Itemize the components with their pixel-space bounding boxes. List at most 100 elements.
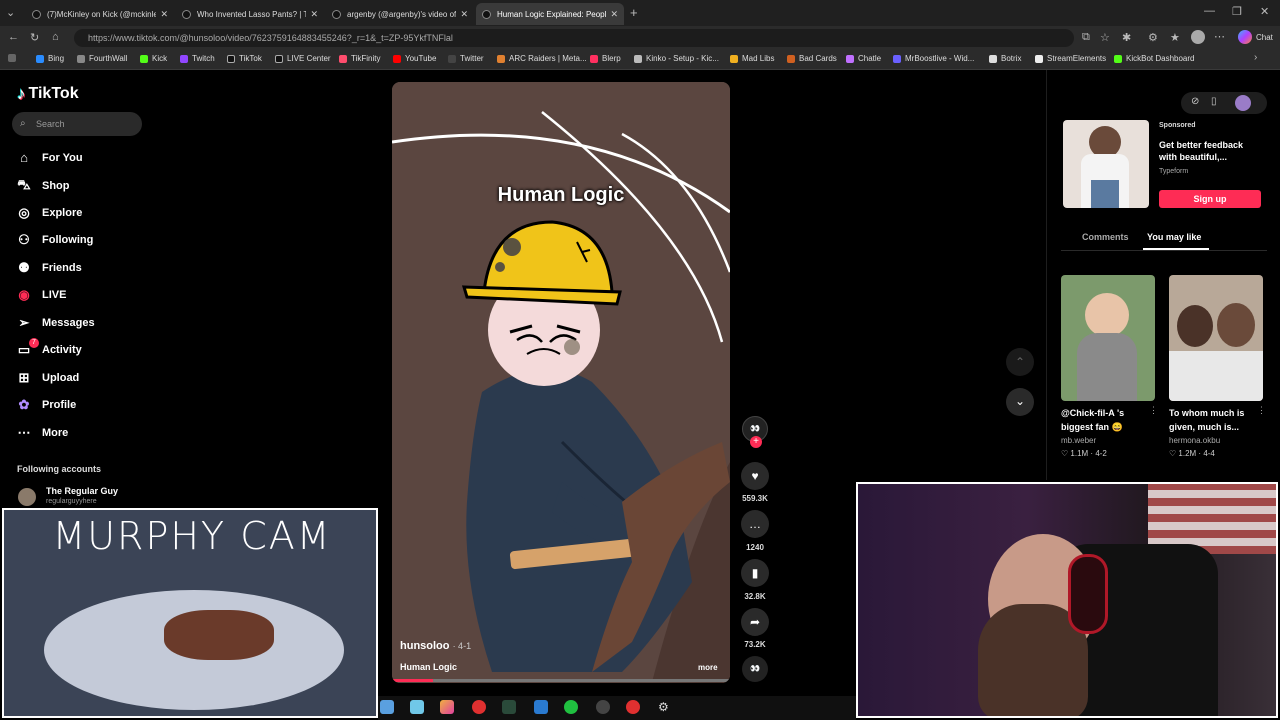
more-options-icon[interactable]: ⋮ [1257,405,1266,416]
chevron-right-icon[interactable]: › [1254,52,1257,63]
close-icon[interactable]: ✕ [610,9,618,20]
new-tab-icon[interactable]: + [630,5,638,20]
extensions-icon[interactable]: ⧉ [1082,31,1090,44]
browser-tab[interactable]: (7)McKinley on Kick (@mckinley.tv ✕ [26,3,174,25]
x-icon [448,54,456,63]
close-icon[interactable]: ✕ [310,9,318,20]
bookmark-item[interactable]: MrBoostlive - Wid... [893,54,974,63]
favorites-icon[interactable]: ★ [1170,31,1180,44]
app-icon[interactable] [596,700,610,714]
copilot-icon[interactable] [1238,30,1252,44]
back-icon[interactable]: ← [8,31,19,43]
app-icon[interactable] [534,700,548,714]
avatar[interactable] [1191,30,1205,44]
bookmark-item[interactable]: Bing [36,54,64,63]
nav-live[interactable]: ◉ LIVE [16,287,66,303]
bookmark-item[interactable]: Botrix [989,54,1021,63]
bookmark-item[interactable]: LIVE Center [275,54,331,63]
bookmark-item[interactable] [8,54,20,62]
bookmark-item[interactable]: YouTube [393,54,436,63]
bookmark-item[interactable]: StreamElements [1035,54,1106,63]
bookmark-item[interactable]: Bad Cards [787,54,837,63]
bookmark-item[interactable]: Kinko - Setup - Kic... [634,54,719,63]
avatar[interactable] [1235,95,1251,111]
nav-for-you[interactable]: ⌂ For You [16,150,82,165]
app-icon[interactable] [502,700,516,714]
sign-up-button[interactable]: Sign up [1159,190,1261,208]
nav-friends[interactable]: ⚉ Friends [16,260,82,276]
nav-more[interactable]: ⋯ More [16,425,69,441]
search-input[interactable]: Search [12,112,142,136]
save-button[interactable]: ▮ [741,559,769,587]
tab-you-may-like[interactable]: You may like [1147,232,1201,242]
nav-following[interactable]: ⚇ Following [16,232,93,248]
scroll-down-button[interactable]: ⌄ [1006,388,1034,416]
app-icon[interactable] [626,700,640,714]
sponsored-title[interactable]: Get better feedback with beautiful,... [1159,139,1259,163]
nav-shop[interactable]: ⛍ Shop [16,177,69,195]
minimize-icon[interactable]: — [1204,5,1215,17]
maximize-icon[interactable]: ❐ [1232,5,1242,18]
sponsored-thumbnail[interactable] [1063,120,1149,208]
chat-button[interactable]: Chat [1256,33,1273,42]
home-icon[interactable]: ⌂ [52,31,59,43]
author-name[interactable]: hunsoloo [400,640,450,652]
nav-activity[interactable]: ▭ Activity [16,342,82,358]
sound-disc-icon[interactable]: 👀 [742,656,768,682]
bookmark-item[interactable]: TikTok [227,54,262,63]
video-player[interactable]: Human Logic hunsoloo · 4-1 Human Logic m… [392,82,730,683]
bookmark-item[interactable]: KickBot Dashboard [1114,54,1194,63]
app-icon[interactable] [564,700,578,714]
share-button[interactable]: ➦ [741,608,769,636]
bookmark-item[interactable]: Mad Libs [730,54,774,63]
bookmark-item[interactable]: Blerp [590,54,621,63]
bookmark-item[interactable]: TikFinity [339,54,380,63]
settings-icon[interactable]: ⚙ [1148,31,1158,44]
more-options-icon[interactable]: ⋮ [1149,405,1158,416]
url-field[interactable]: https://www.tiktok.com/@hunsoloo/video/7… [74,29,1074,47]
menu-icon[interactable]: ⋯ [1214,30,1225,43]
tiktok-logo[interactable]: ♪ TikTok [17,84,79,104]
bookmark-item[interactable]: Chatle [846,54,881,63]
favorite-icon[interactable]: ☆ [1100,31,1110,44]
tab-list-icon[interactable]: ⌄ [6,6,15,19]
bookmark-label: TikTok [239,54,262,63]
browser-tab-active[interactable]: Human Logic Explained: People's B ✕ [476,3,624,25]
nav-explore[interactable]: ◎ Explore [16,205,82,221]
window-close-icon[interactable]: ✕ [1260,5,1269,18]
bookmark-item[interactable]: ARC Raiders | Meta... [497,54,587,63]
close-icon[interactable]: ✕ [460,9,468,20]
bookmark-item[interactable]: Twitter [448,54,484,63]
recommendation-card[interactable]: To whom much is given, much is... hermon… [1169,275,1266,475]
browser-tab[interactable]: Who Invented Lasso Pants? | TikTo ✕ [176,3,324,25]
scroll-up-button[interactable]: ⌃ [1006,348,1034,376]
chatle-icon [846,54,854,63]
app-icon[interactable] [440,700,454,714]
bookmark-item[interactable]: Kick [140,54,167,63]
comment-button[interactable]: … [741,510,769,538]
recommendation-card[interactable]: @Chick-fil-A 's biggest fan 😄 mb.weber ♡… [1061,275,1158,475]
video-progress-track[interactable] [392,679,730,682]
more-button[interactable]: more [698,663,718,672]
nav-profile[interactable]: ✿ Profile [16,397,77,413]
following-account[interactable]: The Regular Guy regularguyyhere [18,486,158,508]
like-button[interactable]: ♥ [741,462,769,490]
close-icon[interactable]: ✕ [160,9,168,20]
nav-messages[interactable]: ➢ Messages [16,315,95,331]
bookmark-item[interactable]: Twitch [180,54,215,63]
phone-icon[interactable]: ▯ [1211,96,1217,107]
tab-comments[interactable]: Comments [1082,232,1129,242]
compass-icon[interactable]: ⊘ [1191,96,1199,107]
browser-tab[interactable]: argenby (@argenby)'s video of arg ✕ [326,3,474,25]
nav-upload[interactable]: ⊞ Upload [16,370,80,386]
follow-plus-icon[interactable]: + [750,436,762,448]
bookmark-item[interactable]: FourthWall [77,54,127,63]
video-author[interactable]: hunsoloo · 4-1 [400,640,471,652]
settings-icon[interactable]: ⚙ [658,700,672,714]
app-icon[interactable] [410,700,424,714]
app-icon[interactable] [380,700,394,714]
puzzle-icon[interactable]: ✱ [1122,31,1131,44]
reload-icon[interactable]: ↻ [30,31,39,44]
app-icon[interactable] [472,700,486,714]
recommendation-date: 4-4 [1203,449,1215,458]
